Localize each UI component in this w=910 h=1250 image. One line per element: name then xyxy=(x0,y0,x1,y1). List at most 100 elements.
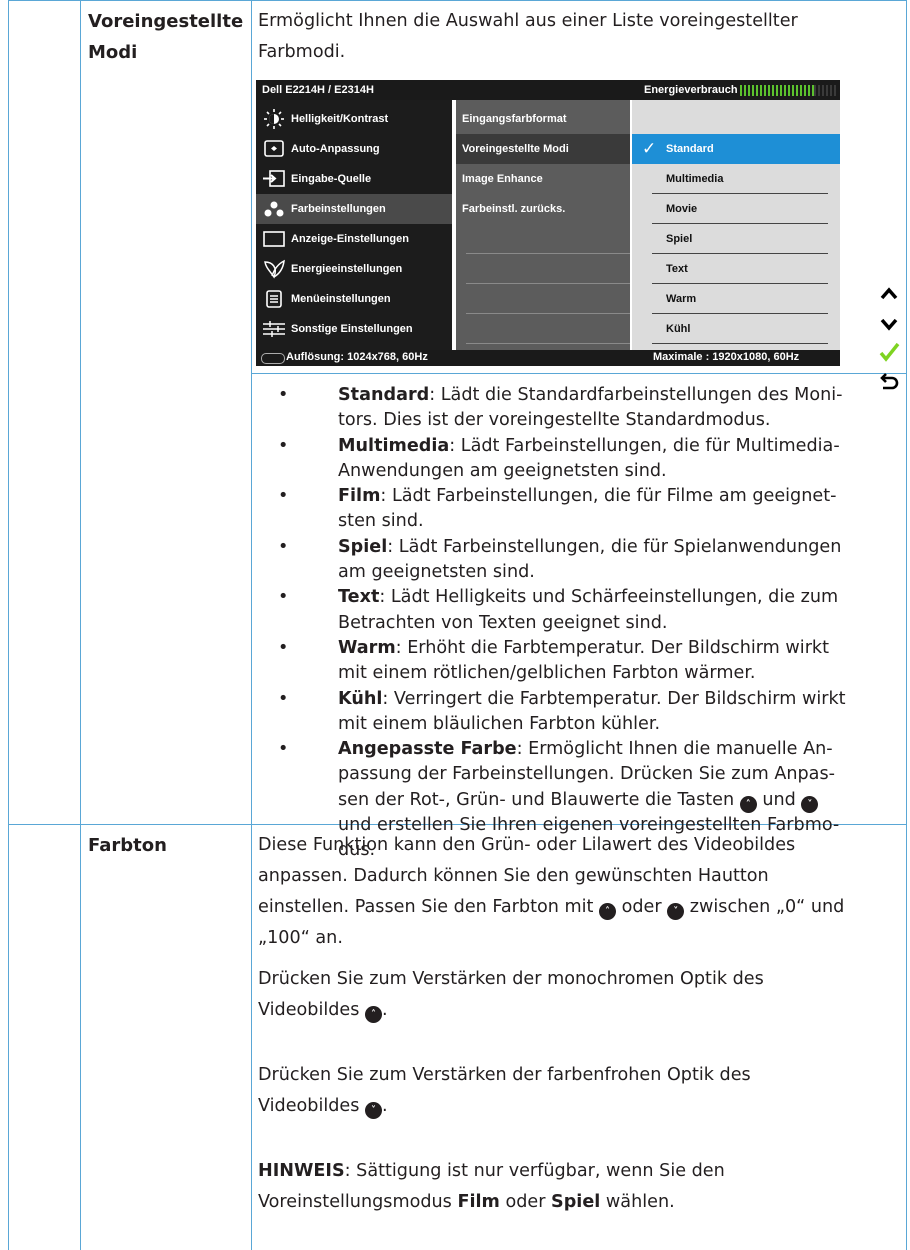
note-term: HINWEIS xyxy=(258,1161,345,1181)
list-item-text: : Lädt Helligkeits und Schärfeeinstellun… xyxy=(379,587,839,608)
osd-menu-item[interactable]: Sonstige Einstellungen xyxy=(256,314,452,344)
brightness-icon xyxy=(262,109,286,129)
text-line: Videobildes xyxy=(258,1096,360,1116)
list-item-text: Anwendungen am geeignetsten sind. xyxy=(338,460,667,481)
osd-menu-item[interactable]: Menüeinstellungen xyxy=(256,284,452,314)
list-item: • Multimedia: Lädt Farbeinstellungen, die… xyxy=(278,434,902,485)
chevron-down-icon[interactable] xyxy=(878,313,900,335)
osd-model: Dell E2214H / E2314H xyxy=(262,84,374,96)
osd-menu-item-label: Anzeige-Einstellungen xyxy=(291,233,409,245)
osd-menu-item-label: Helligkeit/Kontrast xyxy=(291,113,389,125)
row-label-hue: Farbton xyxy=(88,835,167,856)
osd-option[interactable]: Movie xyxy=(632,194,840,224)
resolution-icon xyxy=(261,353,285,364)
bullet-icon: • xyxy=(278,739,289,760)
list-item-term: Angepasste Farbe xyxy=(338,739,517,760)
intro-line: Farbmodi. xyxy=(258,42,346,62)
osd-option-label: Spiel xyxy=(666,233,693,245)
osd-option[interactable]: Text xyxy=(632,254,840,284)
list-item-text: mit einem bläulichen Farbton kühler. xyxy=(338,713,661,734)
list-item-text: : Lädt Farbeinstellungen, die für Filme … xyxy=(380,486,837,507)
text-line: einstellen. Passen Sie den Farbton mit xyxy=(258,897,594,917)
osd-submenu-item[interactable]: Eingangsfarbformat xyxy=(456,104,630,134)
list-item-text: Betrachten von Texten geeignet sind. xyxy=(338,612,668,633)
bullet-icon: • xyxy=(278,536,289,557)
osd-option[interactable]: Spiel xyxy=(632,224,840,254)
menu-icon xyxy=(262,289,286,309)
osd-menu-item[interactable]: Energieeinstellungen xyxy=(256,254,452,284)
list-item: • Film: Lädt Farbeinstellungen, die für F… xyxy=(278,484,902,535)
text-line: Drücken Sie zum Verstärken der monochrom… xyxy=(258,969,764,989)
osd-submenu-separator xyxy=(466,283,630,284)
note-spiel: Spiel xyxy=(551,1192,601,1212)
list-item: • Warm: Erhöht die Farbtemperatur. Der Bi… xyxy=(278,636,902,687)
osd-submenu-item-label: Image Enhance xyxy=(462,173,543,185)
list-item-text: sten sind. xyxy=(338,511,424,532)
label-line: Voreingestellte xyxy=(88,11,244,32)
list-item-term: Standard xyxy=(338,385,430,405)
table-border-right xyxy=(906,0,907,1250)
label-line: Modi xyxy=(88,42,138,63)
note-film: Film xyxy=(457,1192,500,1212)
text-line: : Sättigung ist nur verfügbar, wenn Sie … xyxy=(344,1161,725,1181)
chevron-up-icon[interactable] xyxy=(878,283,900,305)
osd-menu-item[interactable]: Farbeinstellungen xyxy=(256,194,452,224)
osd-option-label: Multimedia xyxy=(666,173,724,185)
hue-paragraph-1: Diese Funktion kann den Grün- oder Lilaw… xyxy=(258,830,898,954)
up-button-icon: ˄ xyxy=(739,795,757,813)
osd-option-label: Movie xyxy=(666,203,698,215)
osd-submenu-separator xyxy=(466,253,630,254)
bullet-icon: • xyxy=(278,587,289,608)
osd-menu-item[interactable]: Auto-Anpassung xyxy=(256,134,452,164)
osd-submenu-item-label: Voreingestellte Modi xyxy=(462,143,569,155)
leaf-icon xyxy=(262,259,286,279)
list-item-text: tors. Dies ist der voreingestellte Stand… xyxy=(338,410,771,431)
text-line: Videobildes xyxy=(258,1000,360,1020)
osd-option[interactable]: Multimedia xyxy=(632,164,840,194)
osd-footer: Auflösung: 1024x768, 60Hz Maximale : 192… xyxy=(256,350,840,366)
osd-option[interactable]: Kühl xyxy=(632,314,840,344)
osd-menu-item-label: Eingabe-Quelle xyxy=(291,173,372,185)
hue-note: HINWEIS: Sättigung ist nur verfügbar, we… xyxy=(258,1156,898,1218)
auto-adjust-icon xyxy=(262,139,286,159)
text-line: zwischen „0“ und xyxy=(689,897,845,917)
preset-mode-list: • Standard: Lädt die Standardfarbeinstell… xyxy=(278,383,902,864)
osd-energy-label: Energieverbrauch xyxy=(644,84,738,96)
osd-option[interactable]: ✓ Standard xyxy=(632,134,840,164)
osd-menu-item[interactable]: Eingabe-Quelle xyxy=(256,164,452,194)
list-item-text: und xyxy=(762,789,796,810)
manual-page: Voreingestellte Modi Ermöglicht Ihnen di… xyxy=(0,0,910,1250)
text-line: oder xyxy=(505,1192,546,1212)
list-item-text: mit einem rötlichen/gelblichen Farbton w… xyxy=(338,663,756,684)
up-button-icon: ˄ xyxy=(599,903,617,920)
energy-meter xyxy=(740,85,836,96)
list-item-text: : Verringert die Farbtemperatur. Der Bil… xyxy=(382,688,846,709)
down-button-icon: ˅ xyxy=(801,795,819,813)
text-line: Diese Funktion kann den Grün- oder Lilaw… xyxy=(258,835,796,855)
list-item-term: Warm xyxy=(338,637,396,658)
osd-menu-item-label: Auto-Anpassung xyxy=(291,143,380,155)
osd-menu: Dell E2214H / E2314H Energieverbrauch He… xyxy=(256,80,840,368)
list-item-term: Spiel xyxy=(338,536,388,557)
bullet-icon: • xyxy=(278,385,289,405)
osd-submenu-separator xyxy=(466,343,630,344)
list-item-text: sen der Rot-, Grün- und Blauwerte die Ta… xyxy=(338,789,735,810)
osd-submenu-item[interactable]: Voreingestellte Modi xyxy=(456,134,630,164)
list-item: • Text: Lädt Helligkeits und Schärfeeinst… xyxy=(278,585,902,636)
osd-submenu-separator xyxy=(466,313,630,314)
row-label-preset-modes: Voreingestellte Modi xyxy=(88,6,243,68)
osd-menu-item[interactable]: Anzeige-Einstellungen xyxy=(256,224,452,254)
osd-menu-item[interactable]: Helligkeit/Kontrast xyxy=(256,104,452,134)
osd-submenu-item[interactable]: Farbeinstl. zurücks. xyxy=(456,194,630,224)
osd-menu-item-label: Energieeinstellungen xyxy=(291,263,403,275)
check-icon[interactable] xyxy=(878,341,900,363)
bullet-icon: • xyxy=(278,435,289,456)
osd-submenu-item[interactable]: Image Enhance xyxy=(456,164,630,194)
text-line: „100“ an. xyxy=(258,928,343,948)
osd-option[interactable]: Warm xyxy=(632,284,840,314)
color-dots-icon xyxy=(262,199,286,219)
text-line: Drücken Sie zum Verstärken der farbenfro… xyxy=(258,1065,751,1085)
list-item: • Spiel: Lädt Farbeinstellungen, die für … xyxy=(278,535,902,586)
bullet-icon: • xyxy=(278,688,289,709)
osd-menu-item-label: Sonstige Einstellungen xyxy=(291,323,413,335)
